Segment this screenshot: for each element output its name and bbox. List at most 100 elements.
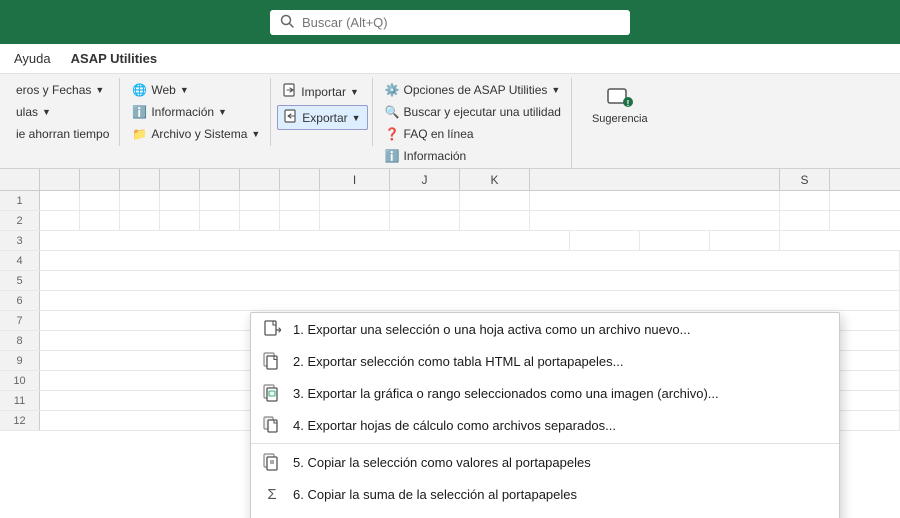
formulas-arrow: ▼ <box>42 107 51 117</box>
info-icon: ℹ️ <box>132 105 147 119</box>
dropdown-item-7[interactable]: 7. Copiar el promedio de la selección al… <box>251 510 839 518</box>
ribbon-btn-numeros[interactable]: eros y Fechas ▼ <box>10 80 115 100</box>
buscar-label: Buscar y ejecutar una utilidad <box>404 105 561 119</box>
informacion-arrow: ▼ <box>218 107 227 117</box>
search-input[interactable] <box>302 15 620 30</box>
opciones-icon: ⚙️ <box>385 83 400 97</box>
exportar-label: Exportar <box>302 111 347 125</box>
numeros-label: eros y Fechas <box>16 83 91 97</box>
table-row: 6 <box>0 291 900 311</box>
col-header-c <box>120 169 160 190</box>
col-header-g <box>280 169 320 190</box>
web-icon: 🌐 <box>132 83 147 97</box>
item6-icon: Σ <box>261 485 283 503</box>
ribbon-group-sugerencia: ! Sugerencia <box>574 78 666 146</box>
ribbon-group-dates: eros y Fechas ▼ ulas ▼ ie ahorran tiempo <box>6 78 120 146</box>
faq-label: FAQ en línea <box>404 127 474 141</box>
item1-text: 1. Exportar una selección o una hoja act… <box>293 322 690 337</box>
importar-label: Importar <box>301 85 346 99</box>
col-header-e <box>200 169 240 190</box>
table-row: 3 <box>0 231 900 251</box>
ribbon-btn-informacion[interactable]: ℹ️ Información ▼ <box>126 102 266 122</box>
corner-cell <box>0 169 40 190</box>
search-icon <box>280 14 294 31</box>
table-row: 1 <box>0 191 900 211</box>
item4-text: 4. Exportar hojas de cálculo como archiv… <box>293 418 616 433</box>
app-window: Ayuda ASAP Utilities eros y Fechas ▼ ula… <box>0 0 900 518</box>
buscar-icon: 🔍 <box>385 105 400 119</box>
ribbon-btn-formulas[interactable]: ulas ▼ <box>10 102 115 122</box>
col-header-b <box>80 169 120 190</box>
exportar-icon <box>284 109 298 126</box>
dropdown-item-5[interactable]: 5. Copiar la selección como valores al p… <box>251 446 839 478</box>
ribbon-btn-web[interactable]: 🌐 Web ▼ <box>126 80 266 100</box>
table-row: 4 <box>0 251 900 271</box>
ribbon-group-importar-exportar: Importar ▼ Exportar ▼ <box>273 78 372 146</box>
opciones-label: Opciones de ASAP Utilities <box>404 83 548 97</box>
col-headers: I J K S <box>0 169 900 191</box>
col-header-s <box>530 169 780 190</box>
sugerencia-icon: ! <box>606 86 634 113</box>
content-area: I J K S 1 <box>0 169 900 518</box>
numeros-arrow: ▼ <box>95 85 104 95</box>
importar-arrow: ▼ <box>350 87 359 97</box>
dropdown-divider-1 <box>251 443 839 444</box>
col-header-d <box>160 169 200 190</box>
col-header-i: I <box>320 169 390 190</box>
table-row: 5 <box>0 271 900 291</box>
ribbon: eros y Fechas ▼ ulas ▼ ie ahorran tiempo… <box>0 74 900 169</box>
informacion2-label: Información <box>404 149 467 163</box>
importar-icon <box>283 83 297 100</box>
opciones-arrow: ▼ <box>551 85 560 95</box>
search-bar <box>0 0 900 44</box>
dropdown-item-4[interactable]: 4. Exportar hojas de cálculo como archiv… <box>251 409 839 441</box>
col-header-k: K <box>460 169 530 190</box>
ribbon-btn-informacion2[interactable]: ℹ️ Información <box>379 146 567 166</box>
dropdown-item-1[interactable]: 1. Exportar una selección o una hoja act… <box>251 313 839 345</box>
dropdown-item-3[interactable]: 3. Exportar la gráfica o rango seleccion… <box>251 377 839 409</box>
ribbon-top-row: eros y Fechas ▼ ulas ▼ ie ahorran tiempo… <box>6 78 894 168</box>
item4-icon <box>261 416 283 434</box>
item5-icon <box>261 453 283 471</box>
archivo-icon: 📁 <box>132 127 147 141</box>
dropdown-item-6[interactable]: Σ 6. Copiar la suma de la selección al p… <box>251 478 839 510</box>
table-row: 2 <box>0 211 900 231</box>
col-header-f <box>240 169 280 190</box>
menu-asap-utilities[interactable]: ASAP Utilities <box>63 47 165 70</box>
ribbon-btn-faq[interactable]: ❓ FAQ en línea <box>379 124 567 144</box>
informacion2-icon: ℹ️ <box>385 149 400 163</box>
col-header-a <box>40 169 80 190</box>
item2-icon <box>261 352 283 370</box>
svg-text:!: ! <box>626 99 629 108</box>
informacion-label: Información <box>151 105 214 119</box>
menu-bar: Ayuda ASAP Utilities <box>0 44 900 74</box>
ribbon-btn-importar[interactable]: Importar ▼ <box>277 80 367 103</box>
item1-icon <box>261 320 283 338</box>
dropdown-item-2[interactable]: 2. Exportar selección como tabla HTML al… <box>251 345 839 377</box>
web-label: Web <box>151 83 175 97</box>
ahorran-label: ie ahorran tiempo <box>16 127 109 141</box>
ribbon-btn-archivo[interactable]: 📁 Archivo y Sistema ▼ <box>126 124 266 144</box>
web-arrow: ▼ <box>180 85 189 95</box>
item5-text: 5. Copiar la selección como valores al p… <box>293 455 591 470</box>
ribbon-btn-buscar[interactable]: 🔍 Buscar y ejecutar una utilidad <box>379 102 567 122</box>
menu-ayuda[interactable]: Ayuda <box>6 47 59 70</box>
exportar-dropdown: 1. Exportar una selección o una hoja act… <box>250 312 840 518</box>
ribbon-btn-sugerencia[interactable]: ! Sugerencia <box>584 82 656 129</box>
formulas-label: ulas <box>16 105 38 119</box>
col-header-j: J <box>390 169 460 190</box>
col-header-last: S <box>780 169 830 190</box>
sugerencia-label: Sugerencia <box>592 113 648 125</box>
item2-text: 2. Exportar selección como tabla HTML al… <box>293 354 623 369</box>
item3-icon <box>261 384 283 402</box>
ribbon-btn-exportar[interactable]: Exportar ▼ <box>277 105 367 130</box>
item3-text: 3. Exportar la gráfica o rango seleccion… <box>293 386 719 401</box>
ribbon-group-web: 🌐 Web ▼ ℹ️ Información ▼ 📁 Archivo y Sis… <box>122 78 271 146</box>
item6-text: 6. Copiar la suma de la selección al por… <box>293 487 577 502</box>
archivo-label: Archivo y Sistema <box>151 127 247 141</box>
ribbon-btn-ahorran[interactable]: ie ahorran tiempo <box>10 124 115 144</box>
ribbon-group-opciones: ⚙️ Opciones de ASAP Utilities ▼ 🔍 Buscar… <box>375 78 572 168</box>
search-wrapper[interactable] <box>270 10 630 35</box>
ribbon-btn-opciones[interactable]: ⚙️ Opciones de ASAP Utilities ▼ <box>379 80 567 100</box>
exportar-arrow: ▼ <box>352 113 361 123</box>
